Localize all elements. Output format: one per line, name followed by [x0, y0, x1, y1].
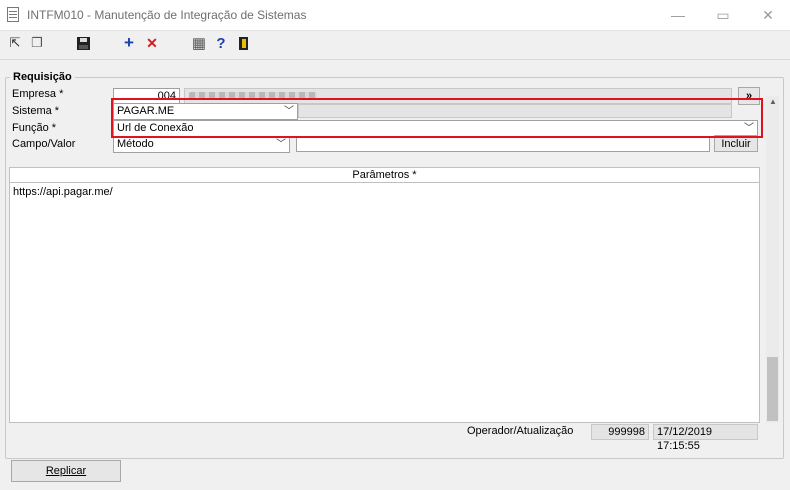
navigate-button[interactable]: ⇱: [5, 33, 25, 53]
funcao-label: Função *: [12, 122, 57, 134]
delete-icon: ✕: [146, 34, 158, 51]
add-icon: +: [124, 33, 134, 52]
navigate-icon: ⇱: [9, 35, 21, 50]
help-button[interactable]: ?: [211, 33, 231, 53]
timestamp-field: 17/12/2019 17:15:55: [653, 424, 758, 452]
sistema-label: Sistema *: [12, 105, 60, 117]
scrollbar-thumb[interactable]: [767, 357, 778, 421]
highlight-box: [111, 98, 763, 138]
group-title: Requisição: [10, 71, 75, 83]
exit-button[interactable]: [233, 33, 253, 53]
toolbar: ⇱ ❐ + ✕ ▦ ?: [0, 31, 790, 55]
windows-button[interactable]: ❐: [27, 33, 47, 53]
replicar-button[interactable]: Replicar: [11, 460, 121, 482]
windows-icon: ❐: [31, 35, 43, 50]
exit-icon: [238, 36, 248, 50]
delete-button[interactable]: ✕: [142, 33, 162, 53]
minimize-icon: —: [671, 7, 685, 23]
chevron-down-icon: ﹀: [276, 139, 286, 150]
operador-code: 999998: [591, 424, 649, 440]
window-title: INTFM010 - Manutenção de Integração de S…: [27, 8, 307, 22]
campo-value-field[interactable]: [296, 136, 710, 152]
calendar-icon: ▦: [191, 35, 207, 52]
help-icon: ?: [216, 34, 226, 52]
maximize-icon: ▭: [716, 6, 730, 23]
parametros-content: https://api.pagar.me/: [13, 186, 113, 198]
calendar-button[interactable]: ▦: [189, 33, 209, 53]
toolbar-divider: [0, 59, 790, 60]
maximize-button[interactable]: ▭: [701, 1, 745, 29]
campo-label: Campo/Valor: [12, 138, 76, 150]
campo-select-value: Método: [117, 138, 154, 150]
campo-select[interactable]: Método ﹀: [113, 136, 290, 153]
close-button[interactable]: ✕: [746, 1, 790, 29]
parametros-header: Parâmetros *: [9, 167, 760, 183]
save-button[interactable]: [73, 33, 93, 53]
empresa-label: Empresa *: [12, 88, 64, 100]
close-icon: ✕: [762, 6, 774, 23]
operador-label: Operador/Atualização: [467, 425, 574, 437]
title-bar: INTFM010 - Manutenção de Integração de S…: [0, 0, 790, 31]
minimize-button[interactable]: —: [656, 1, 700, 29]
parametros-textarea[interactable]: https://api.pagar.me/: [9, 183, 760, 423]
scroll-up-icon[interactable]: ▲: [769, 97, 777, 106]
save-icon: [76, 36, 90, 50]
add-button[interactable]: +: [119, 33, 139, 53]
